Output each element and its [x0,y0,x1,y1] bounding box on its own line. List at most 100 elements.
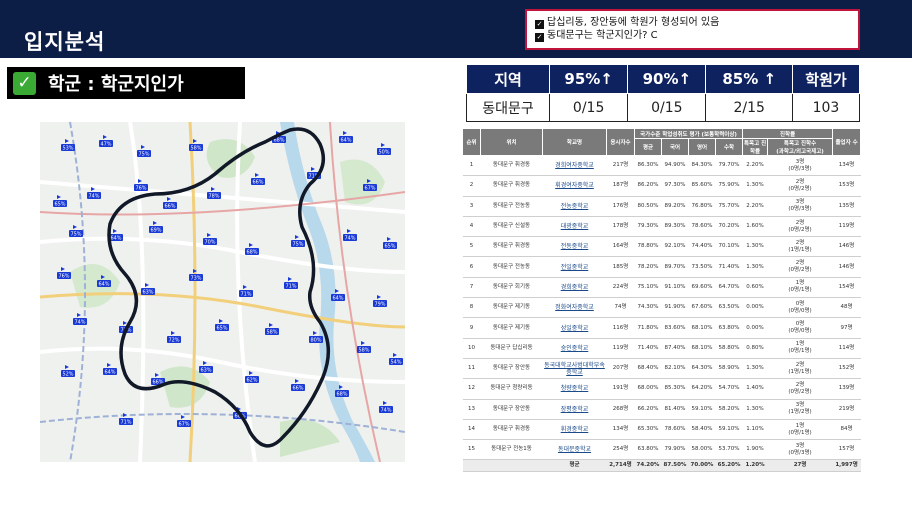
table-cell: 2.20% [742,196,768,217]
table-cell: 65.30% [634,419,662,441]
school-pin-label: 64% [104,370,115,376]
summary-header: 85% ↑ [705,64,793,94]
summary-header: 지역 [465,64,551,94]
table-cell: 114명 [832,338,861,359]
average-row: 평균 2,714명 74.20% 87.50% 70.00% 65.20% 1.20% 27명… [462,459,861,473]
table-cell: 66.20% [634,399,662,420]
table-cell: 207명 [606,358,635,380]
map-canvas[interactable]: 53% 47% 75% 58% 68% 64% 50% 65% 74% 76% 66% 78% 66% 7… [40,122,405,462]
detail-header: 영어 [688,138,716,156]
table-cell: 동대문구 전농동 [480,256,543,278]
table-cell: 1.90% [742,439,768,461]
table-cell: 119명 [606,338,635,359]
school-name-link[interactable]: 성일중학교 [542,317,607,339]
school-map[interactable]: 53% 47% 75% 58% 68% 64% 50% 65% 74% 76% 66% 78% 66% 7… [40,122,405,462]
school-name-link[interactable]: 경희중학교 [542,277,607,299]
progress-count-cell: 2명 (1명/1명) [767,236,833,258]
table-cell: 64.70% [715,277,743,299]
table-cell: 68.00% [634,378,662,400]
detail-header: 국어 [661,138,689,156]
table-cell: 동대문구 휘경동 [480,236,543,258]
school-pin-label: 79% [374,302,385,308]
table-cell: 1.40% [742,378,768,400]
summary-cell: 0/15 [549,93,629,122]
progress-count-cell: 2명 (0명/2명) [767,216,833,238]
progress-count-cell: 3명 (1명/2명) [767,399,833,420]
table-cell: 70.20% [715,216,743,238]
table-cell: 12 [462,378,481,400]
school-name-link[interactable]: 전일중학교 [542,256,607,278]
progress-count-cell: 3명 (0명/3명) [767,155,833,177]
school-name-link[interactable]: 전동중학교 [542,236,607,258]
table-cell: 89.30% [661,216,689,238]
school-name-link[interactable]: 동대문중학교 [542,439,607,461]
table-cell: 134명 [606,419,635,441]
detail-header: 수학 [714,138,744,156]
school-pin-label: 50% [378,150,389,156]
table-cell: 74.30% [634,297,662,319]
table-cell: 10 [462,338,481,359]
school-name-link[interactable]: 장평중학교 [542,399,607,420]
school-pin-label: 64% [110,236,121,242]
school-name-link[interactable]: 동국대학교사범대학부속중학교 [542,358,607,380]
summary-cell: 동대문구 [465,93,551,122]
school-pin-label: 65% [216,326,227,332]
table-cell: 85.60% [688,175,716,197]
progress-count-cell: 1명 (0명/1명) [767,277,833,299]
table-cell: 154명 [832,277,861,299]
table-cell: 71.40% [634,338,662,359]
school-pin-label: 76% [135,186,146,192]
table-cell: 동대문구 제기동 [480,297,543,319]
school-pin-label: 67% [364,186,375,192]
table-row: 8 동대문구 제기동 정화여자중학교 74명 74.30% 91.90% 67.60% 63.… [462,297,861,319]
school-name-link[interactable]: 대광중학교 [542,216,607,238]
table-row: 7 동대문구 회기동 경희중학교 224명 75.10% 91.10% 69.60% 64.7… [462,277,861,299]
school-pin-label: 64% [98,282,109,288]
school-pin-label: 47% [100,142,111,148]
table-cell: 79.70% [715,155,743,177]
table-cell: 동대문구 답십리동 [480,338,543,359]
school-name-link[interactable]: 경희여자중학교 [542,155,607,177]
table-cell: 78.80% [634,236,662,258]
table-cell: 2.20% [742,155,768,177]
table-cell: 동대문구 제기동 [480,317,543,339]
school-pin-label: 71% [120,420,131,426]
table-cell: 74.40% [688,236,716,258]
table-cell: 1.30% [742,358,768,380]
school-name-link[interactable]: 정화여자중학교 [542,297,607,319]
table-cell: 224명 [606,277,635,299]
progress-count-cell: 2명 (0명/2명) [767,175,833,197]
table-cell: 0.80% [742,338,768,359]
table-cell: 동대문구 회기동 [480,277,543,299]
table-cell: 0.60% [742,277,768,299]
table-cell: 64.30% [688,358,716,380]
table-cell: 78.20% [634,256,662,278]
table-cell: 81.40% [661,399,689,420]
section-badge-label: 학군 : 학군지인가 [48,74,184,95]
table-cell: 268명 [606,399,635,420]
table-cell: 87.40% [661,338,689,359]
school-pin-label: 63% [200,368,211,374]
table-row: 13 동대문구 장안동 장평중학교 268명 66.20% 81.40% 59.10% 58.… [462,399,861,420]
note-line: ✓ 답십리동, 장안동에 학원가 형성되어 있음 [535,17,720,29]
table-cell: 동대문구 휘경동 [480,419,543,441]
table-row: 14 동대문구 휘경동 휘경중학교 134명 65.30% 78.60% 58.40% 59.… [462,419,861,441]
school-name-link[interactable]: 전농중학교 [542,196,607,217]
school-name-link[interactable]: 휘경중학교 [542,419,607,441]
average-cell: 2,714명 [606,459,635,473]
table-cell: 191명 [606,378,635,400]
school-pin-label: 78% [208,194,219,200]
table-cell: 134명 [832,155,861,177]
progress-count-cell: 2명 (1명/1명) [767,358,833,380]
progress-count-cell: 2명 (0명/2명) [767,256,833,278]
detail-group-header: 국가수준 학업성취도 평가 (보통학력이상) [633,128,744,139]
detail-header: 순위 [462,128,481,156]
table-cell: 0.00% [742,317,768,339]
school-pin-label: 67% [178,422,189,428]
average-cell: 87.50% [661,459,689,473]
table-row: 2 동대문구 휘경동 휘경여자중학교 187명 86.20% 97.30% 85.60% 75… [462,175,861,197]
school-name-link[interactable]: 휘경여자중학교 [542,175,607,197]
school-name-link[interactable]: 청량중학교 [542,378,607,400]
school-name-link[interactable]: 숭인중학교 [542,338,607,359]
school-pin-label: 64% [340,138,351,144]
